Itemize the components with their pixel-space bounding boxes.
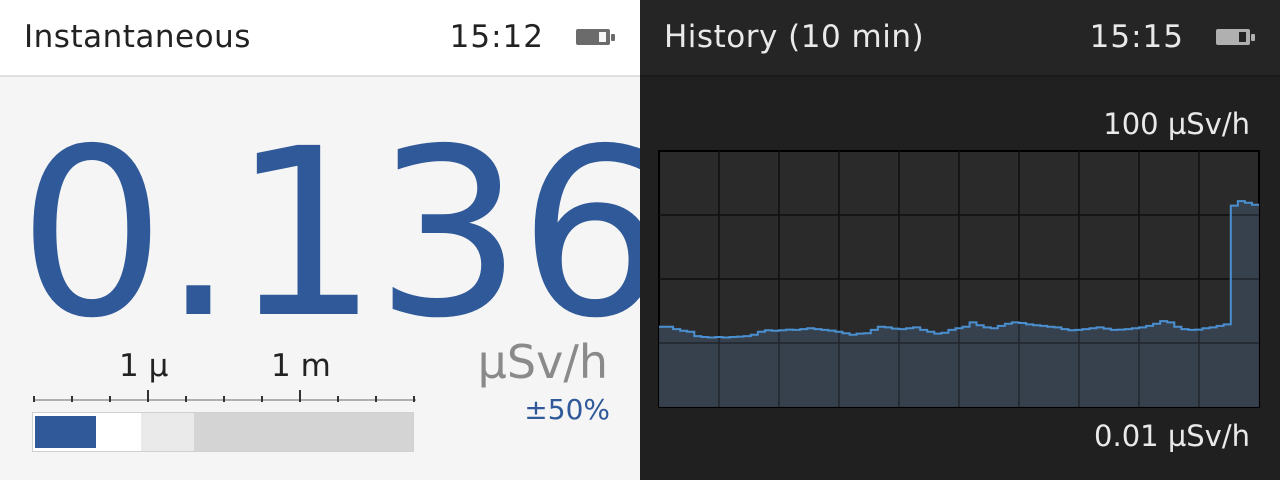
- battery-icon: [576, 29, 615, 45]
- level-bar: [32, 412, 414, 452]
- dose-rate-unit: µSv/h: [477, 335, 608, 389]
- history-min-label: 0.01 µSv/h: [1094, 419, 1250, 453]
- clock-time: 15:15: [1089, 19, 1184, 55]
- scale-ticks: [33, 390, 416, 402]
- battery-icon: [1216, 29, 1255, 45]
- scale-label-milli: 1 m: [271, 348, 331, 384]
- dose-rate-reading: 0.136: [18, 99, 666, 369]
- history-chart: [658, 150, 1260, 408]
- instantaneous-header: Instantaneous 15:12: [0, 0, 640, 77]
- history-header: History (10 min) 15:15: [640, 0, 1280, 77]
- scale-label-micro: 1 µ: [119, 348, 169, 384]
- instantaneous-title: Instantaneous: [24, 19, 251, 55]
- level-bar-range: [141, 413, 194, 451]
- history-max-label: 100 µSv/h: [1103, 107, 1250, 141]
- dose-rate-uncertainty: ±50%: [524, 393, 610, 426]
- level-bar-fill: [35, 416, 96, 448]
- instantaneous-panel: Instantaneous 15:12 0.136 µSv/h ±50% 1 µ…: [0, 0, 666, 480]
- clock-time: 15:12: [449, 19, 544, 55]
- history-panel: History (10 min) 15:15 100 µSv/h 0.01 µS…: [640, 0, 1280, 480]
- history-title: History (10 min): [664, 19, 925, 55]
